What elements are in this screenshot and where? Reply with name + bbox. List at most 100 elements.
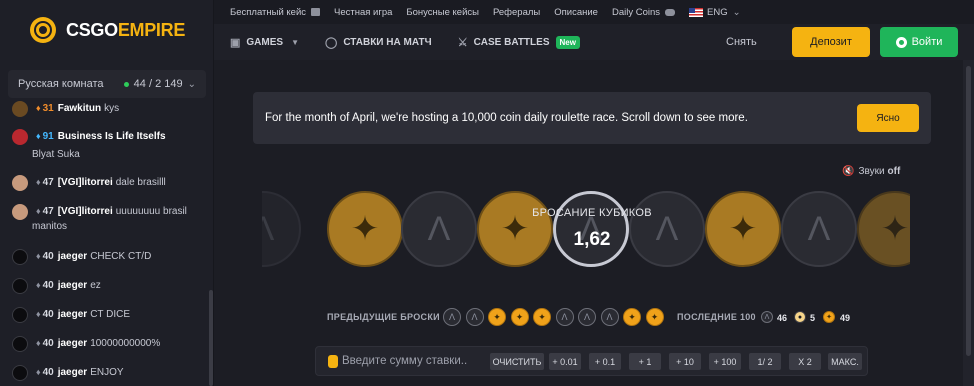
last-100-bonus-count: 5 <box>810 313 816 323</box>
chat-username[interactable]: jaeger <box>58 367 87 378</box>
bet-max-button[interactable]: МАКС. <box>828 353 862 370</box>
level-badge: ♦ 40 <box>36 338 54 349</box>
chat-room-name: Русская комната <box>18 78 104 90</box>
chat-message: ♦ 40 jaeger ENJOY <box>12 365 208 381</box>
online-count: 44 / 2 149 <box>133 78 183 90</box>
avatar[interactable] <box>12 101 28 117</box>
chat-text: 10000000000% <box>90 338 161 349</box>
link-daily-coins[interactable]: Daily Coins <box>612 7 675 18</box>
bet-add-100-button[interactable]: + 100 <box>709 353 741 370</box>
level-badge: ♦ 40 <box>36 309 54 320</box>
avatar[interactable] <box>12 307 28 323</box>
top-links-bar: Бесплатный кейс Честная игра Бонусные ке… <box>214 0 974 24</box>
globe-icon: ◯ <box>325 36 338 49</box>
deposit-button[interactable]: Депозит <box>792 27 870 57</box>
avatar[interactable] <box>12 129 28 145</box>
chat-message: ♦ 31 Fawkitun kys <box>12 101 208 117</box>
logo[interactable]: CSGO EMPIRE <box>0 0 213 60</box>
bet-add-0-01-button[interactable]: + 0.01 <box>549 353 581 370</box>
chat-scrollbar[interactable] <box>209 290 213 386</box>
steam-icon <box>895 36 907 48</box>
caret-down-icon: ▼ <box>291 37 299 47</box>
language-selector[interactable]: ENG ⌄ <box>689 7 741 18</box>
logo-icon <box>30 17 56 43</box>
withdraw-link[interactable]: Снять <box>726 36 757 48</box>
chevron-down-icon: ⌄ <box>732 6 741 18</box>
bet-add-10-button[interactable]: + 10 <box>669 353 701 370</box>
chat-username[interactable]: jaeger <box>58 338 87 349</box>
chat-message: ♦ 40 jaeger 10000000000% <box>12 336 208 352</box>
online-dot-icon <box>123 81 129 87</box>
page-scrollbar[interactable] <box>963 60 974 386</box>
sound-toggle[interactable]: 🔇 Звуки off <box>842 166 900 177</box>
chat-message: ♦ 91 Business Is Life Itselfs Blyat Suka <box>12 129 208 162</box>
roll-countdown: 1,62 <box>573 229 611 250</box>
link-bonus-cases[interactable]: Бонусные кейсы <box>406 7 479 18</box>
t-coin-icon: ✦ <box>477 191 553 267</box>
chat-message: ♦ 40 jaeger CHECK CT/D <box>12 249 208 265</box>
avatar[interactable] <box>12 336 28 352</box>
link-free-case[interactable]: Бесплатный кейс <box>230 7 321 18</box>
ct-coin-icon: Λ <box>629 191 705 267</box>
chat-messages: ♦ 31 Fawkitun kys ♦ 91 Business Is Life Itsel… <box>0 100 210 386</box>
avatar[interactable] <box>12 278 28 294</box>
chat-message: ♦ 40 jaeger ez <box>12 278 208 294</box>
ct-coin-icon: Λ <box>401 191 477 267</box>
bet-add-1-button[interactable]: + 1 <box>629 353 661 370</box>
bet-double-button[interactable]: X 2 <box>789 353 821 370</box>
avatar[interactable] <box>12 175 28 191</box>
chat-text: ez <box>90 280 101 291</box>
link-referrals[interactable]: Рефералы <box>493 7 540 18</box>
chat-username[interactable]: [VGI]litorrei <box>58 177 113 188</box>
ct-roll-icon: Λ <box>555 308 574 326</box>
chat-username[interactable]: jaeger <box>58 251 87 262</box>
nav-match-bets[interactable]: ◯ СТАВКИ НА МАТЧ <box>325 36 432 49</box>
bet-clear-button[interactable]: ОЧИСТИТЬ <box>490 353 544 370</box>
t-icon: ✦ <box>823 311 835 323</box>
avatar[interactable] <box>12 249 28 265</box>
ct-coin-icon: Λ <box>781 191 857 267</box>
chat-message: ♦ 47 [VGI]litorrei uuuuuuuu brasil manitos <box>12 204 208 234</box>
nav-games[interactable]: ▣ GAMES ▼ <box>230 36 299 49</box>
avatar[interactable] <box>12 204 28 220</box>
t-roll-icon: ✦ <box>623 308 641 326</box>
scrollbar-thumb[interactable] <box>966 66 971 356</box>
logo-text-empire: EMPIRE <box>117 19 186 40</box>
bet-panel: ОЧИСТИТЬ + 0.01 + 0.1 + 1 + 10 + 100 1/ … <box>315 346 868 376</box>
logo-text-csgo: CSGO <box>66 19 118 40</box>
gamepad-icon: ▣ <box>230 36 241 49</box>
last-100-ct-count: 46 <box>777 313 788 323</box>
bet-add-0-1-button[interactable]: + 0.1 <box>589 353 621 370</box>
ct-icon: Λ <box>761 311 773 323</box>
chat-text: CHECK CT/D <box>90 251 152 262</box>
main-nav: ▣ GAMES ▼ ◯ СТАВКИ НА МАТЧ ⚔ CASE BATTLE… <box>214 24 974 60</box>
ct-roll-icon: Λ <box>600 308 619 326</box>
chat-username[interactable]: Business Is Life Itselfs <box>58 131 166 142</box>
avatar[interactable] <box>12 365 28 381</box>
level-badge: ♦ 31 <box>36 103 54 114</box>
chat-username[interactable]: [VGI]litorrei <box>58 206 113 217</box>
bet-amount-input[interactable] <box>342 350 487 372</box>
t-roll-icon: ✦ <box>488 308 506 326</box>
link-fair-game[interactable]: Честная игра <box>334 7 392 18</box>
swords-icon: ⚔ <box>457 36 468 49</box>
chat-username[interactable]: jaeger <box>58 309 87 320</box>
last-100-label: ПОСЛЕДНИЕ 100 <box>677 312 756 322</box>
dismiss-banner-button[interactable]: Ясно <box>857 104 919 132</box>
chat-sidebar: CSGO EMPIRE Русская комната 44 / 2 149 ⌄… <box>0 0 214 386</box>
login-button[interactable]: Войти <box>880 27 958 57</box>
chat-username[interactable]: Fawkitun <box>58 103 101 114</box>
level-badge: ♦ 47 <box>36 177 54 188</box>
chat-text: CT DICE <box>90 309 131 320</box>
link-description[interactable]: Описание <box>554 7 598 18</box>
ct-coin-icon: Λ <box>262 191 301 267</box>
new-badge: New <box>555 35 580 49</box>
chat-text: dale brasilll <box>115 177 166 188</box>
chat-username[interactable]: jaeger <box>58 280 87 291</box>
nav-case-battles[interactable]: ⚔ CASE BATTLES New <box>457 35 580 49</box>
chat-text: kys <box>104 103 120 114</box>
chat-room-selector[interactable]: Русская комната 44 / 2 149 ⌄ <box>8 70 206 98</box>
t-coin-icon: ✦ <box>857 191 910 267</box>
bet-half-button[interactable]: 1/ 2 <box>749 353 781 370</box>
roll-status-title: БРОСАНИЕ КУБИКОВ <box>532 207 652 219</box>
